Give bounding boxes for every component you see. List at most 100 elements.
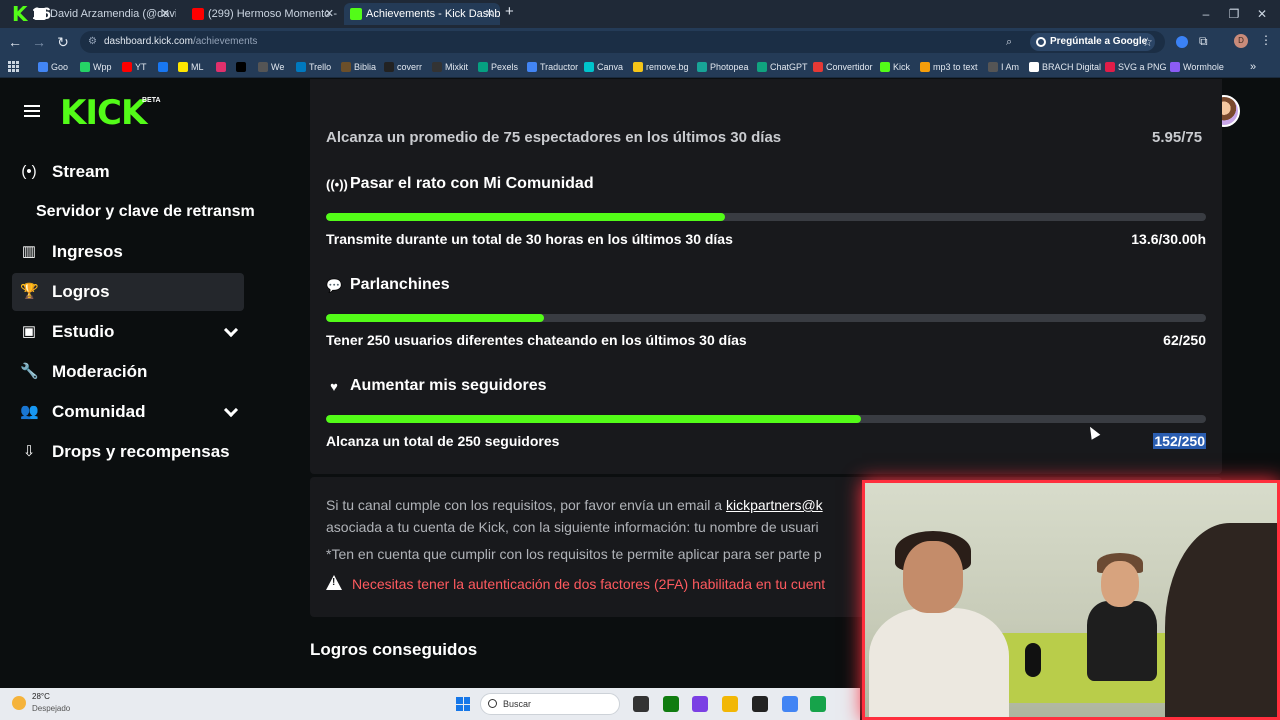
bookmark-item[interactable]: [158, 56, 171, 78]
bookmark-label: We: [271, 62, 285, 72]
menu-icon[interactable]: [24, 105, 40, 117]
sidebar-item-logros[interactable]: 🏆 Logros: [12, 273, 244, 311]
achievement-description: Tener 250 usuarios diferentes chateando …: [326, 332, 747, 348]
chevron-down-icon[interactable]: [223, 402, 239, 418]
app-icon[interactable]: [692, 696, 708, 712]
bookmark-label: I Am: [1001, 62, 1020, 72]
close-tab-icon[interactable]: ✕: [325, 3, 334, 25]
bookmark-favicon-icon: [158, 62, 168, 72]
bookmark-favicon-icon: [122, 62, 132, 72]
sidebar-item-estudio[interactable]: ▣ Estudio: [12, 313, 244, 351]
bookmark-favicon-icon: [697, 62, 707, 72]
windows-start-icon[interactable]: [456, 697, 470, 711]
bookmark-item[interactable]: We: [258, 56, 284, 78]
bookmark-item[interactable]: remove.bg: [633, 56, 689, 78]
sidebar-item-ingresos[interactable]: ▥ Ingresos: [12, 233, 244, 271]
zoom-icon[interactable]: ⌕: [1006, 31, 1012, 53]
bookmark-item[interactable]: Goo: [38, 56, 68, 78]
bookmark-item[interactable]: Wormhole: [1170, 56, 1224, 78]
bookmark-item[interactable]: ChatGPT: [757, 56, 808, 78]
bookmark-star-icon[interactable]: ☆: [1142, 31, 1153, 53]
warning-icon: [326, 575, 342, 590]
kick-logo[interactable]: KICK: [60, 93, 147, 133]
browser-menu-icon[interactable]: ⋮: [1260, 33, 1272, 47]
bookmark-item[interactable]: Wpp: [80, 56, 112, 78]
back-icon[interactable]: ←: [6, 33, 24, 51]
tab-title: (299) Hermoso Momento - Kai: [208, 8, 340, 20]
trophy-icon: 🏆: [20, 283, 39, 300]
drops-icon: ⇩: [22, 443, 36, 460]
browser-tab[interactable]: Achievements - Kick Dashboard✕: [344, 3, 500, 25]
new-tab-button[interactable]: +: [505, 3, 514, 20]
bookmark-item[interactable]: Biblia: [341, 56, 376, 78]
xbox-icon[interactable]: [663, 696, 679, 712]
site-info-icon[interactable]: ⚙: [88, 31, 97, 53]
sidebar-subitem-stream-key[interactable]: Servidor y clave de retransm: [36, 203, 258, 221]
browser-tab[interactable]: David Arzamendia (@davi ✕: [28, 3, 176, 25]
microphone: [1025, 643, 1041, 677]
info-text: Si tu canal cumple con los requisitos, p…: [326, 497, 726, 513]
achievement-description: Alcanza un promedio de 75 espectadores e…: [326, 129, 782, 146]
bookmark-item[interactable]: Trello: [296, 56, 331, 78]
close-tab-icon[interactable]: ✕: [161, 3, 170, 25]
achievement-title: ♥ Aumentar mis seguidores: [326, 377, 547, 395]
app-green-icon[interactable]: [810, 696, 826, 712]
bookmark-item[interactable]: Convertidor: [813, 56, 873, 78]
bookmark-label: Canva: [597, 62, 624, 72]
browser-tab[interactable]: (299) Hermoso Momento - Kai✕: [186, 3, 340, 25]
ask-google-button[interactable]: Pregúntale a Google: [1030, 33, 1156, 51]
broadcast-icon: (•): [21, 163, 37, 180]
bookmark-item[interactable]: [236, 56, 249, 78]
bookmark-label: Convertidor: [826, 62, 873, 72]
bookmark-item[interactable]: coverr: [384, 56, 422, 78]
folder-icon[interactable]: [722, 696, 738, 712]
bookmark-item[interactable]: Photopea: [697, 56, 749, 78]
studio-icon: ▣: [21, 323, 37, 340]
sidebar-item-stream[interactable]: (•) Stream: [12, 153, 244, 191]
chevron-down-icon[interactable]: [223, 322, 239, 338]
bookmark-item[interactable]: I Am: [988, 56, 1019, 78]
url-input[interactable]: ⚙ dashboard.kick.com/achievements ⌕ Preg…: [80, 31, 1165, 53]
sidebar-item-comunidad[interactable]: 👥 Comunidad: [12, 393, 244, 431]
bookmark-favicon-icon: [1029, 62, 1039, 72]
bookmark-item[interactable]: Traductor: [527, 56, 578, 78]
bookmark-item[interactable]: ML: [178, 56, 204, 78]
chrome-icon[interactable]: [782, 696, 798, 712]
profile-avatar[interactable]: D: [1234, 34, 1248, 48]
bookmark-item[interactable]: Mixkit: [432, 56, 468, 78]
bookmark-item[interactable]: YT: [122, 56, 147, 78]
bookmark-label: Goo: [51, 62, 69, 72]
bookmark-favicon-icon: [38, 62, 48, 72]
bookmark-favicon-icon: [236, 62, 246, 72]
sidebar-item-moderacion[interactable]: 🔧 Moderación: [12, 353, 244, 391]
obs-icon[interactable]: [752, 696, 768, 712]
sidebar-item-drops[interactable]: ⇩ Drops y recompensas: [12, 433, 244, 471]
sidebar-item-label: Stream: [52, 162, 110, 181]
email-link[interactable]: kickpartners@k: [726, 497, 823, 513]
achievement-progress-fill: [326, 213, 725, 221]
close-tab-icon[interactable]: ✕: [485, 3, 494, 25]
webcam-overlay: [862, 480, 1280, 720]
close-window-button[interactable]: ✕: [1242, 0, 1280, 28]
bookmark-item[interactable]: [216, 56, 229, 78]
bookmark-item[interactable]: mp3 to text: [920, 56, 978, 78]
chat-bubble-icon: 💬: [326, 278, 343, 293]
bookmark-item[interactable]: Canva: [584, 56, 623, 78]
bookmark-item[interactable]: Pexels: [478, 56, 518, 78]
extension-icon[interactable]: [1176, 36, 1188, 48]
extensions-puzzle-icon[interactable]: ⧉: [1199, 34, 1208, 49]
forward-icon[interactable]: →: [30, 33, 48, 51]
bookmark-item[interactable]: BRACH Digital: [1029, 56, 1101, 78]
bar-chart-icon: ▥: [21, 243, 37, 260]
broadcast-icon: ((•)): [326, 177, 348, 192]
bookmark-item[interactable]: SVG a PNG: [1105, 56, 1167, 78]
task-view-icon[interactable]: [633, 696, 649, 712]
taskbar-search-input[interactable]: Buscar: [480, 693, 620, 715]
apps-grid-icon[interactable]: [8, 61, 19, 72]
reload-icon[interactable]: ↻: [54, 33, 72, 51]
bookmark-favicon-icon: [633, 62, 643, 72]
bookmark-item[interactable]: Kick: [880, 56, 910, 78]
achievement-title-text: Aumentar mis seguidores: [350, 377, 547, 394]
weather-description: Despejado: [32, 704, 71, 713]
more-bookmarks-button[interactable]: »: [1250, 56, 1256, 78]
